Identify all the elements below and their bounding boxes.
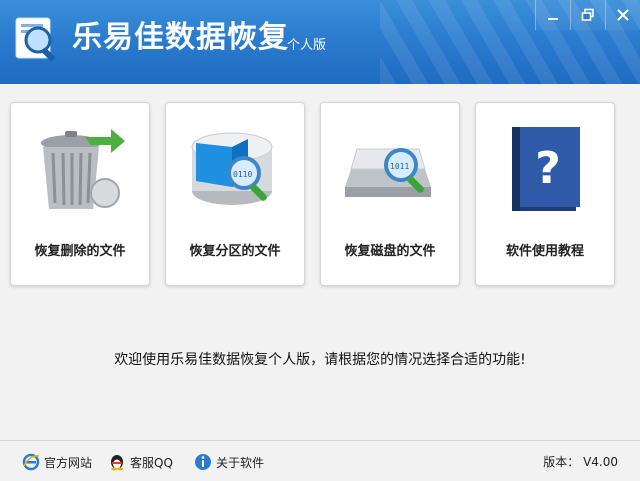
header-banner: 乐易佳数据恢复 个人版 [0, 0, 640, 84]
app-window: 乐易佳数据恢复 个人版 恢复删除的文件 0110 恢复分区的文件 1011 恢复… [0, 0, 640, 481]
edition-label: 个人版 [287, 38, 327, 53]
partition-disk-icon: 0110 [191, 132, 273, 205]
svg-text:1011: 1011 [390, 162, 409, 171]
restore-icon [581, 8, 594, 21]
card-label: 恢复删除的文件 [34, 244, 126, 259]
software-tutorial-card[interactable]: ? 软件使用教程 [475, 102, 615, 286]
app-title: 乐易佳数据恢复 [72, 20, 289, 55]
browser-icon [22, 453, 40, 471]
main-panel: 恢复删除的文件 0110 恢复分区的文件 1011 恢复磁盘的文件 ? 软件使用… [0, 84, 640, 440]
recover-deleted-files-card[interactable]: 恢复删除的文件 [10, 102, 150, 286]
footer-bar: 官方网站 客服QQ 关于软件 版本： V4.00 [0, 440, 640, 481]
maximize-button[interactable] [570, 0, 605, 30]
svg-text:?: ? [535, 143, 561, 194]
close-button[interactable] [605, 0, 640, 30]
welcome-message: 欢迎使用乐易佳数据恢复个人版，请根据您的情况选择合适的功能! [114, 352, 526, 368]
app-logo-icon [15, 17, 55, 62]
footer-link-label: 客服QQ [130, 455, 173, 470]
recover-partition-files-card[interactable]: 0110 恢复分区的文件 [165, 102, 305, 286]
about-software-link[interactable]: 关于软件 [194, 453, 264, 471]
card-label: 恢复磁盘的文件 [344, 244, 436, 259]
info-icon [195, 454, 211, 470]
recover-disk-files-card[interactable]: 1011 恢复磁盘的文件 [320, 102, 460, 286]
window-controls [535, 0, 640, 30]
official-website-link[interactable]: 官方网站 [22, 453, 92, 471]
qq-icon [111, 455, 123, 471]
close-icon [617, 9, 629, 21]
minimize-button[interactable] [535, 0, 570, 30]
footer-link-label: 官方网站 [44, 455, 93, 470]
minimize-icon [548, 18, 558, 20]
help-book-icon: ? [512, 127, 580, 211]
footer-link-label: 关于软件 [216, 455, 265, 470]
svg-text:0110: 0110 [233, 170, 252, 179]
trash-bin-icon [41, 129, 125, 209]
customer-service-qq-link[interactable]: 客服QQ [108, 453, 173, 471]
card-label: 恢复分区的文件 [189, 244, 281, 259]
hard-drive-icon: 1011 [345, 148, 431, 197]
version-label: 版本： V4.00 [543, 455, 618, 469]
card-label: 软件使用教程 [505, 244, 584, 259]
